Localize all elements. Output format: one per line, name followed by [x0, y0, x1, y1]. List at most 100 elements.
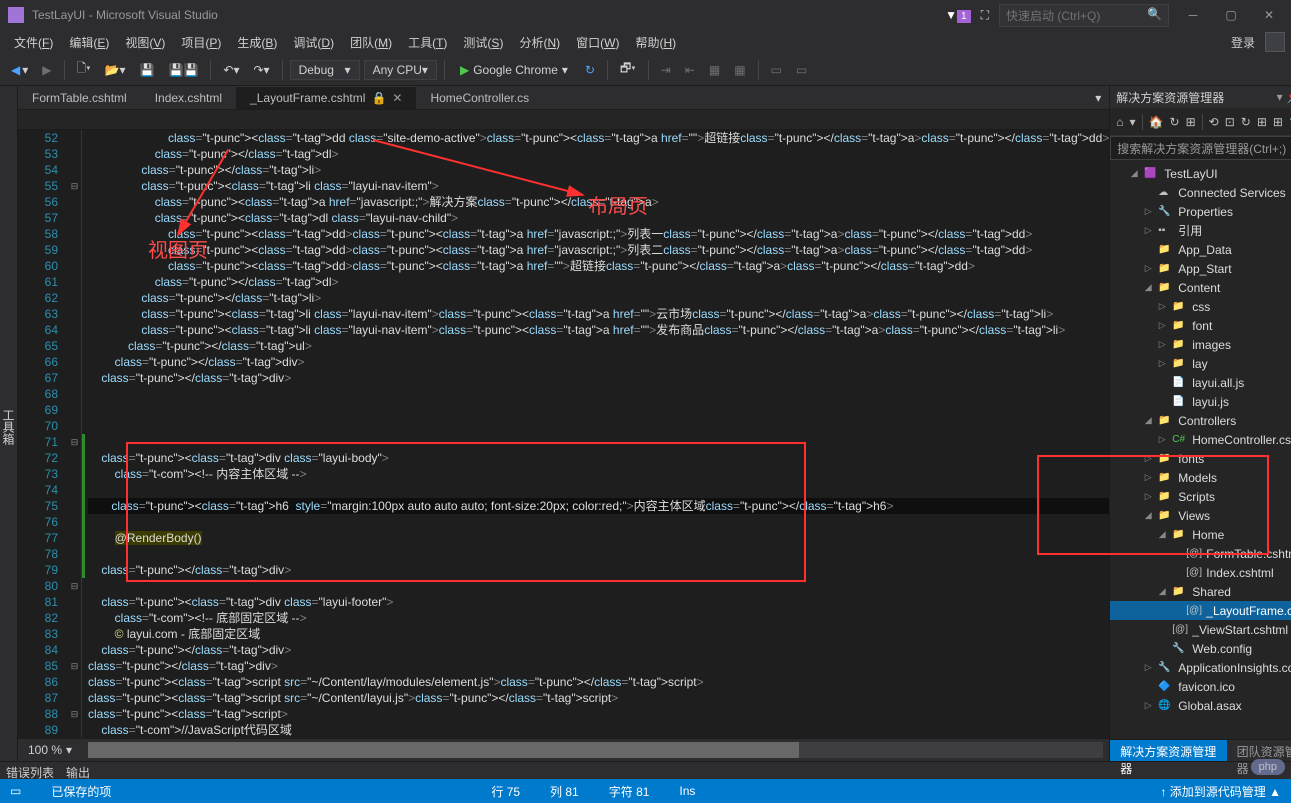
feedback-icon[interactable]: ⛶	[981, 8, 989, 23]
tree-node[interactable]: ◢🟪TestLayUI	[1110, 164, 1291, 183]
tree-node[interactable]: 🔷favicon.ico	[1110, 677, 1291, 696]
expand-icon[interactable]: ▷	[1156, 339, 1168, 350]
notification-flag-icon[interactable]: ▼1	[945, 8, 970, 22]
tb-icon[interactable]: ⊞	[1186, 115, 1196, 129]
tb-btn-5[interactable]: ▦	[729, 60, 750, 80]
tb-btn-6[interactable]: ▭	[766, 60, 787, 80]
nav-bar[interactable]	[18, 110, 1109, 130]
panel-title-bar[interactable]: 解决方案资源管理器 ▾📌✕	[1110, 86, 1291, 108]
maximize-button[interactable]: ▢	[1217, 8, 1245, 22]
tree-node[interactable]: ▷C#HomeController.cs	[1110, 430, 1291, 449]
tree-node[interactable]: ▷📁fonts	[1110, 449, 1291, 468]
tree-node[interactable]: 📁App_Data	[1110, 240, 1291, 259]
expand-icon[interactable]: ▷	[1142, 491, 1154, 502]
tree-node[interactable]: ▷📁lay	[1110, 354, 1291, 373]
tb-btn-2[interactable]: ⇥	[656, 60, 676, 80]
menu-item[interactable]: 编辑(E)	[61, 32, 117, 53]
solution-tree[interactable]: ◢🟪TestLayUI☁Connected Services▷🔧Properti…	[1110, 160, 1291, 739]
menu-item[interactable]: 帮助(H)	[627, 32, 684, 53]
toolbox-tab[interactable]: 工具箱	[0, 86, 18, 761]
tb-btn-4[interactable]: ▦	[704, 60, 725, 80]
minimize-button[interactable]: ─	[1179, 8, 1207, 22]
expand-icon[interactable]: ◢	[1128, 168, 1140, 179]
tb-icon[interactable]: ⊞	[1257, 115, 1267, 129]
tab-team-explorer[interactable]: 团队资源管理器	[1227, 740, 1291, 761]
expand-icon[interactable]: ▷	[1156, 358, 1168, 369]
menu-item[interactable]: 生成(B)	[229, 32, 285, 53]
menu-item[interactable]: 文件(F)	[6, 32, 61, 53]
tree-node[interactable]: [@]_ViewStart.cshtml	[1110, 620, 1291, 639]
start-debug-button[interactable]: ▶Google Chrome▾	[452, 61, 576, 79]
tree-node[interactable]: [@]FormTable.cshtml	[1110, 544, 1291, 563]
document-tab[interactable]: Index.cshtml	[141, 87, 236, 109]
expand-icon[interactable]: ▷	[1142, 263, 1154, 274]
undo-button[interactable]: ↶▾	[218, 60, 244, 80]
h-scrollbar[interactable]	[88, 742, 1103, 758]
panel-menu-icon[interactable]: ▾	[1277, 90, 1283, 104]
tb-btn-1[interactable]: 🗗▾	[615, 56, 641, 83]
tree-node[interactable]: ◢📁Views	[1110, 506, 1291, 525]
tree-node[interactable]: ▷📁font	[1110, 316, 1291, 335]
tree-node[interactable]: 📄layui.js	[1110, 392, 1291, 411]
tree-node[interactable]: 🔧Web.config	[1110, 639, 1291, 658]
tree-node[interactable]: ▷📁Models	[1110, 468, 1291, 487]
expand-icon[interactable]: ▷	[1156, 320, 1168, 331]
zoom-combo[interactable]: 100 %▾	[18, 739, 82, 761]
tree-node[interactable]: ▷🌐Global.asax	[1110, 696, 1291, 715]
close-icon[interactable]: ✕	[392, 91, 402, 105]
tb-icon[interactable]: 🏠	[1149, 115, 1164, 129]
tree-node[interactable]: ☁Connected Services	[1110, 183, 1291, 202]
solution-search-input[interactable]: 搜索解决方案资源管理器(Ctrl+;)🔍▾	[1110, 136, 1291, 160]
tree-node[interactable]: ◢📁Content	[1110, 278, 1291, 297]
close-button[interactable]: ✕	[1255, 8, 1283, 22]
tree-node[interactable]: ▷🔧ApplicationInsights.config	[1110, 658, 1291, 677]
nav-back-button[interactable]: ◀▾	[6, 60, 33, 80]
signin-link[interactable]: 登录	[1223, 32, 1263, 53]
menu-item[interactable]: 团队(M)	[342, 32, 400, 53]
tree-node[interactable]: 📄layui.all.js	[1110, 373, 1291, 392]
expand-icon[interactable]: ▷	[1142, 206, 1154, 217]
tree-node[interactable]: [@]_LayoutFrame.cshtml	[1110, 601, 1291, 620]
expand-icon[interactable]: ▷	[1156, 434, 1168, 445]
tree-node[interactable]: ▷▪▪引用	[1110, 221, 1291, 240]
pin-icon[interactable]: 📌	[1287, 90, 1291, 104]
tree-node[interactable]: ◢📁Shared	[1110, 582, 1291, 601]
menu-item[interactable]: 调试(D)	[285, 32, 342, 53]
expand-icon[interactable]: ▷	[1142, 453, 1154, 464]
expand-icon[interactable]: ▷	[1142, 700, 1154, 711]
menu-item[interactable]: 工具(T)	[400, 32, 455, 53]
expand-icon[interactable]: ▷	[1142, 662, 1154, 673]
tree-node[interactable]: ▷📁Scripts	[1110, 487, 1291, 506]
tb-icon[interactable]: ↻	[1241, 115, 1251, 129]
tabs-overflow-button[interactable]: ▾	[1087, 87, 1109, 109]
redo-button[interactable]: ↷▾	[248, 60, 274, 80]
tree-node[interactable]: ◢📁Controllers	[1110, 411, 1291, 430]
save-button[interactable]: 💾	[135, 60, 160, 80]
tab-solution-explorer[interactable]: 解决方案资源管理器	[1110, 740, 1226, 761]
tb-icon[interactable]: ⟲	[1209, 115, 1219, 129]
open-file-button[interactable]: 📂▾	[100, 60, 131, 80]
quick-launch-input[interactable]: 快速启动 (Ctrl+Q)🔍	[999, 4, 1169, 27]
code-editor[interactable]: 5253545556575859606162636465666768697071…	[18, 130, 1109, 738]
tb-btn-3[interactable]: ⇤	[680, 60, 700, 80]
tb-btn-7[interactable]: ▭	[791, 60, 812, 80]
expand-icon[interactable]: ◢	[1156, 529, 1168, 540]
menu-item[interactable]: 窗口(W)	[568, 32, 627, 53]
tree-node[interactable]: ▷📁App_Start	[1110, 259, 1291, 278]
expand-icon[interactable]: ◢	[1142, 510, 1154, 521]
document-tab[interactable]: HomeController.cs	[416, 87, 543, 109]
menu-item[interactable]: 视图(V)	[117, 32, 173, 53]
sb-source-control[interactable]: ↑ 添加到源代码管理 ▲	[1160, 783, 1281, 800]
document-tab[interactable]: _LayoutFrame.cshtml🔒✕	[236, 86, 416, 109]
tb-icon[interactable]: ↻	[1170, 115, 1180, 129]
config-combo[interactable]: Debug▾	[290, 60, 360, 80]
tree-node[interactable]: [@]Index.cshtml	[1110, 563, 1291, 582]
tb-icon[interactable]: ⊞	[1273, 115, 1283, 129]
expand-icon[interactable]: ◢	[1142, 415, 1154, 426]
tree-node[interactable]: ▷📁images	[1110, 335, 1291, 354]
expand-icon[interactable]: ▷	[1156, 301, 1168, 312]
browser-refresh-button[interactable]: ↻	[580, 60, 600, 80]
tree-node[interactable]: ▷📁css	[1110, 297, 1291, 316]
menu-item[interactable]: 测试(S)	[455, 32, 511, 53]
new-project-button[interactable]: 🗋▾	[72, 56, 96, 83]
